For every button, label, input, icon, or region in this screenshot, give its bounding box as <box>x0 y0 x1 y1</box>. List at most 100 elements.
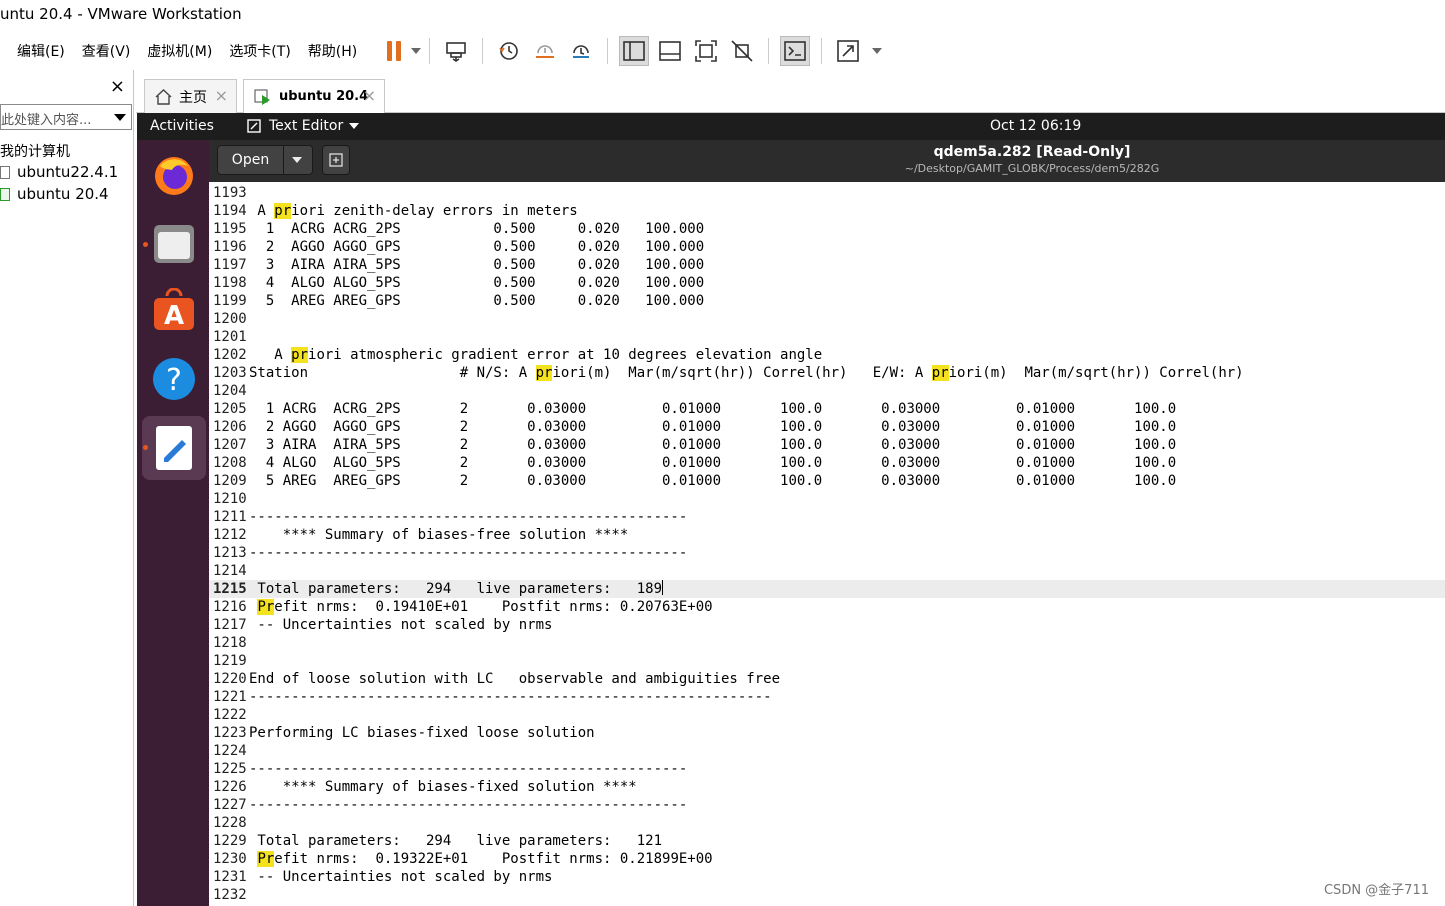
text-editor-dock-active[interactable] <box>142 416 206 480</box>
window-title: untu 20.4 - VMware Workstation <box>0 5 242 23</box>
editor-line[interactable]: 1203 Station # N/S: A priori(m) Mar(m/sqr… <box>209 364 1445 382</box>
line-number: 1213 <box>213 545 247 561</box>
editor-line[interactable]: 1205 1 ACRG ACRG_2PS 2 0.03000 0.01000 1… <box>209 400 1445 418</box>
close-icon[interactable]: × <box>363 86 376 105</box>
snapshot-manager-icon[interactable] <box>566 36 596 66</box>
app-menu[interactable]: Text Editor <box>247 118 360 134</box>
editor-line[interactable]: 1214 <box>209 562 1445 580</box>
console-view-icon[interactable] <box>780 36 811 66</box>
files-icon[interactable] <box>151 220 197 266</box>
stretch-guest-icon[interactable] <box>833 36 863 66</box>
toolbar-divider <box>768 38 770 64</box>
editor-line[interactable]: 1198 4 ALGO ALGO_5PS 0.500 0.020 100.000 <box>209 274 1445 292</box>
text-view[interactable]: 1193 1194 A priori zenith-delay errors in… <box>209 182 1445 906</box>
editor-line[interactable]: 1219 <box>209 652 1445 670</box>
new-document-button[interactable] <box>322 145 350 175</box>
software-store-icon[interactable]: A <box>151 287 197 334</box>
editor-line[interactable]: 1222 <box>209 706 1445 724</box>
editor-line[interactable]: 1213 ------------------------------------… <box>209 544 1445 562</box>
chevron-down-icon[interactable] <box>411 48 422 54</box>
menu-edit[interactable]: 编辑(E) <box>17 41 65 61</box>
search-match-highlight: pr <box>535 365 553 381</box>
editor-line[interactable]: 1228 <box>209 814 1445 832</box>
chevron-down-icon[interactable] <box>292 157 302 163</box>
editor-line[interactable]: 1217 -- Uncertainties not scaled by nrms <box>209 616 1445 634</box>
editor-line[interactable]: 1193 <box>209 184 1445 202</box>
editor-line[interactable]: 1216 Prefit nrms: 0.19410E+01 Postfit nr… <box>209 598 1445 616</box>
tree-root-my-computer[interactable]: 我的计算机 <box>0 141 70 161</box>
vmware-window: untu 20.4 - VMware Workstation 编辑(E) 查看(… <box>0 0 1445 906</box>
editor-line[interactable]: 1195 1 ACRG ACRG_2PS 0.500 0.020 100.000 <box>209 220 1445 238</box>
editor-line[interactable]: 1231 -- Uncertainties not scaled by nrms <box>209 868 1445 886</box>
home-icon <box>155 88 172 105</box>
document-title: qdem5a.282 [Read-Only] <box>933 144 1131 160</box>
editor-line[interactable]: 1221 ------------------------------------… <box>209 688 1445 706</box>
fullscreen-icon[interactable] <box>691 36 721 66</box>
close-icon[interactable]: × <box>215 86 228 105</box>
open-button[interactable]: Open <box>217 145 313 175</box>
line-number: 1197 <box>213 257 247 273</box>
editor-line[interactable]: 1210 <box>209 490 1445 508</box>
editor-line[interactable]: 1209 5 AREG AREG_GPS 2 0.03000 0.01000 1… <box>209 472 1445 490</box>
clock[interactable]: Oct 12 06:19 <box>990 118 1081 134</box>
line-text: Station # N/S: A priori(m) Mar(m/sqrt(hr… <box>249 365 1244 381</box>
menu-help[interactable]: 帮助(H) <box>308 41 357 61</box>
editor-line[interactable]: 1230 Prefit nrms: 0.19322E+01 Postfit nr… <box>209 850 1445 868</box>
thumbnail-bar-icon[interactable] <box>655 36 685 66</box>
menu-view[interactable]: 查看(V) <box>82 41 131 61</box>
editor-line[interactable]: 1212 **** Summary of biases-free solutio… <box>209 526 1445 544</box>
send-ctrl-alt-del-icon[interactable] <box>441 36 471 66</box>
pause-icon[interactable] <box>387 41 422 61</box>
line-number: 1216 <box>213 599 247 615</box>
editor-line[interactable]: 1229 Total parameters: 294 live paramete… <box>209 832 1445 850</box>
editor-line[interactable]: 1208 4 ALGO ALGO_5PS 2 0.03000 0.01000 1… <box>209 454 1445 472</box>
tree-item-vm[interactable]: ubuntu22.4.1 <box>0 163 118 181</box>
editor-line[interactable]: 1200 <box>209 310 1445 328</box>
library-search-input[interactable]: 此处键入内容... <box>0 104 132 130</box>
editor-line[interactable]: 1220 End of loose solution with LC observ… <box>209 670 1445 688</box>
toolbar-divider <box>821 38 823 64</box>
window-titlebar: untu 20.4 - VMware Workstation <box>0 0 1445 32</box>
line-number: 1225 <box>213 761 247 777</box>
menu-vm[interactable]: 虚拟机(M) <box>147 41 212 61</box>
firefox-icon[interactable] <box>151 152 197 198</box>
editor-line[interactable]: 1215 Total parameters: 294 live paramete… <box>209 580 1445 598</box>
editor-line[interactable]: 1206 2 AGGO AGGO_GPS 2 0.03000 0.01000 1… <box>209 418 1445 436</box>
editor-line[interactable]: 1202 A priori atmospheric gradient error… <box>209 346 1445 364</box>
editor-line[interactable]: 1204 <box>209 382 1445 400</box>
editor-line[interactable]: 1201 <box>209 328 1445 346</box>
show-library-icon[interactable] <box>619 36 650 66</box>
editor-line[interactable]: 1196 2 AGGO AGGO_GPS 0.500 0.020 100.000 <box>209 238 1445 256</box>
menu-tabs[interactable]: 选项卡(T) <box>229 41 290 61</box>
editor-line[interactable]: 1224 <box>209 742 1445 760</box>
editor-line[interactable]: 1194 A priori zenith-delay errors in met… <box>209 202 1445 220</box>
snapshot-icon[interactable] <box>494 36 524 66</box>
tab-home[interactable]: 主页 × <box>144 79 237 113</box>
editor-line[interactable]: 1227 ------------------------------------… <box>209 796 1445 814</box>
line-number: 1210 <box>213 491 247 507</box>
search-placeholder: 此处键入内容... <box>1 113 92 128</box>
new-document-icon <box>329 153 343 167</box>
line-number: 1226 <box>213 779 247 795</box>
editor-line[interactable]: 1232 <box>209 886 1445 904</box>
editor-line[interactable]: 1225 ------------------------------------… <box>209 760 1445 778</box>
close-icon[interactable]: × <box>110 76 125 97</box>
menubar: 编辑(E) 查看(V) 虚拟机(M) 选项卡(T) 帮助(H) <box>0 32 1445 70</box>
line-text: -- Uncertainties not scaled by nrms <box>249 869 553 885</box>
editor-line[interactable]: 1207 3 AIRA AIRA_5PS 2 0.03000 0.01000 1… <box>209 436 1445 454</box>
editor-line[interactable]: 1199 5 AREG AREG_GPS 0.500 0.020 100.000 <box>209 292 1445 310</box>
unity-mode-icon[interactable] <box>727 36 757 66</box>
editor-line[interactable]: 1223 Performing LC biases-fixed loose sol… <box>209 724 1445 742</box>
help-icon[interactable]: ? <box>151 356 197 402</box>
editor-line[interactable]: 1211 ------------------------------------… <box>209 508 1445 526</box>
editor-line[interactable]: 1197 3 AIRA AIRA_5PS 0.500 0.020 100.000 <box>209 256 1445 274</box>
revert-snapshot-icon[interactable] <box>530 36 560 66</box>
line-number: 1207 <box>213 437 247 453</box>
activities-button[interactable]: Activities <box>150 118 214 134</box>
tree-item-vm-selected[interactable]: ubuntu 20.4 <box>0 185 109 203</box>
chevron-down-icon[interactable] <box>114 114 126 121</box>
tab-ubuntu[interactable]: ubuntu 20.4 × <box>243 79 385 113</box>
editor-line[interactable]: 1226 **** Summary of biases-fixed soluti… <box>209 778 1445 796</box>
chevron-down-icon[interactable] <box>872 48 883 54</box>
editor-line[interactable]: 1218 <box>209 634 1445 652</box>
